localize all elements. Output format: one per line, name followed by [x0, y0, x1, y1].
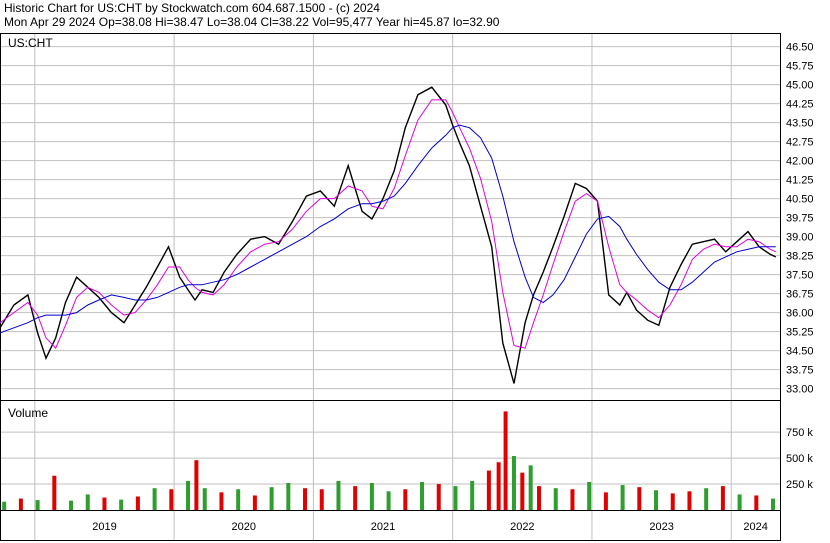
volume-bar	[570, 489, 575, 510]
volume-bar	[386, 491, 391, 510]
volume-bar	[186, 480, 191, 510]
volume-bar	[754, 495, 759, 510]
volume-bar	[637, 487, 642, 510]
volume-bar	[202, 488, 207, 510]
price-tick-label: 36.75	[786, 289, 814, 301]
volume-bar	[771, 498, 776, 510]
price-tick-label: 44.25	[786, 99, 814, 111]
volume-bar	[353, 486, 358, 510]
volume-bar	[18, 498, 23, 510]
volume-bar	[252, 495, 257, 510]
moving-average-long	[0, 124, 776, 334]
price-tick-label: 42.75	[786, 137, 814, 149]
volume-tick-label: 500 k	[786, 453, 813, 465]
volume-bar	[453, 486, 458, 510]
volume-bar	[470, 480, 475, 510]
volume-tick-label: 750 k	[786, 427, 813, 439]
volume-bar	[369, 483, 374, 510]
price-tick-label: 37.50	[786, 270, 814, 282]
volume-bar	[236, 489, 241, 510]
volume-bar	[737, 494, 742, 510]
volume-bar	[687, 491, 692, 510]
stock-chart: US:CHT Volume 46.5045.7545.0044.2543.504…	[0, 33, 814, 541]
volume-bar	[35, 500, 40, 510]
year-tick-label: 2022	[510, 521, 534, 533]
volume-bar	[511, 456, 516, 510]
volume-bar	[102, 497, 107, 510]
volume-bar	[85, 494, 90, 510]
volume-bar	[553, 488, 558, 510]
price-tick-label: 42.00	[786, 156, 814, 168]
volume-bar	[2, 501, 7, 510]
volume-bars	[2, 411, 776, 510]
price-tick-label: 45.75	[786, 61, 814, 73]
price-tick-label: 39.75	[786, 213, 814, 225]
volume-bar	[135, 496, 140, 510]
price-tick-label: 38.25	[786, 251, 814, 263]
date-axis: 2019 2020 2021 2022 2023 2024	[92, 521, 768, 533]
price-tick-label: 40.50	[786, 194, 814, 206]
volume-bar	[496, 462, 501, 510]
year-tick-label: 2023	[649, 521, 673, 533]
price-tick-label: 41.25	[786, 175, 814, 187]
volume-bar	[436, 484, 441, 510]
volume-bar	[503, 411, 508, 510]
volume-bar	[520, 472, 525, 510]
price-tick-label: 36.00	[786, 308, 814, 320]
price-tick-label: 33.75	[786, 365, 814, 377]
volume-axis: 750 k 500 k 250 k	[786, 427, 813, 491]
volume-bar	[69, 500, 74, 510]
volume-bar	[670, 493, 675, 510]
volume-bar	[336, 480, 341, 510]
volume-tick-label: 250 k	[786, 479, 813, 491]
price-tick-label: 39.00	[786, 232, 814, 244]
volume-bar	[303, 488, 308, 510]
price-series	[0, 86, 777, 384]
price-panel-frame	[0, 33, 781, 401]
volume-bar	[52, 475, 57, 510]
volume-bar	[420, 481, 425, 510]
volume-bar	[219, 492, 224, 510]
volume-bar	[269, 487, 274, 510]
price-tick-label: 34.50	[786, 346, 814, 358]
volume-bar	[152, 488, 157, 510]
price-tick-label: 35.25	[786, 327, 814, 339]
volume-bar	[169, 489, 174, 510]
moving-average-short	[0, 99, 777, 349]
volume-bar	[537, 486, 542, 510]
volume-bar	[119, 499, 124, 510]
grid-layer	[0, 34, 780, 540]
year-tick-label: 2024	[743, 521, 767, 533]
volume-bar	[620, 485, 625, 510]
price-tick-label: 43.50	[786, 118, 814, 130]
volume-bar	[528, 465, 533, 510]
year-tick-label: 2019	[92, 521, 116, 533]
volume-bar	[654, 490, 659, 510]
volume-bar	[720, 486, 725, 510]
price-axis: 46.50 45.75 45.00 44.25 43.50 42.75 42.00 41.25…	[786, 42, 814, 396]
volume-bar	[319, 489, 324, 510]
volume-bar	[603, 492, 608, 510]
volume-bar	[286, 483, 291, 510]
volume-bar	[486, 470, 491, 510]
volume-bar	[704, 488, 709, 510]
volume-label: Volume	[8, 406, 48, 420]
year-tick-label: 2021	[371, 521, 395, 533]
symbol-label: US:CHT	[8, 36, 53, 50]
volume-bar	[587, 481, 592, 510]
volume-bar	[194, 460, 199, 510]
year-tick-label: 2020	[232, 521, 256, 533]
price-tick-label: 33.00	[786, 384, 814, 396]
price-tick-label: 45.00	[786, 80, 814, 92]
price-tick-label: 46.50	[786, 42, 814, 54]
volume-bar	[403, 489, 408, 510]
